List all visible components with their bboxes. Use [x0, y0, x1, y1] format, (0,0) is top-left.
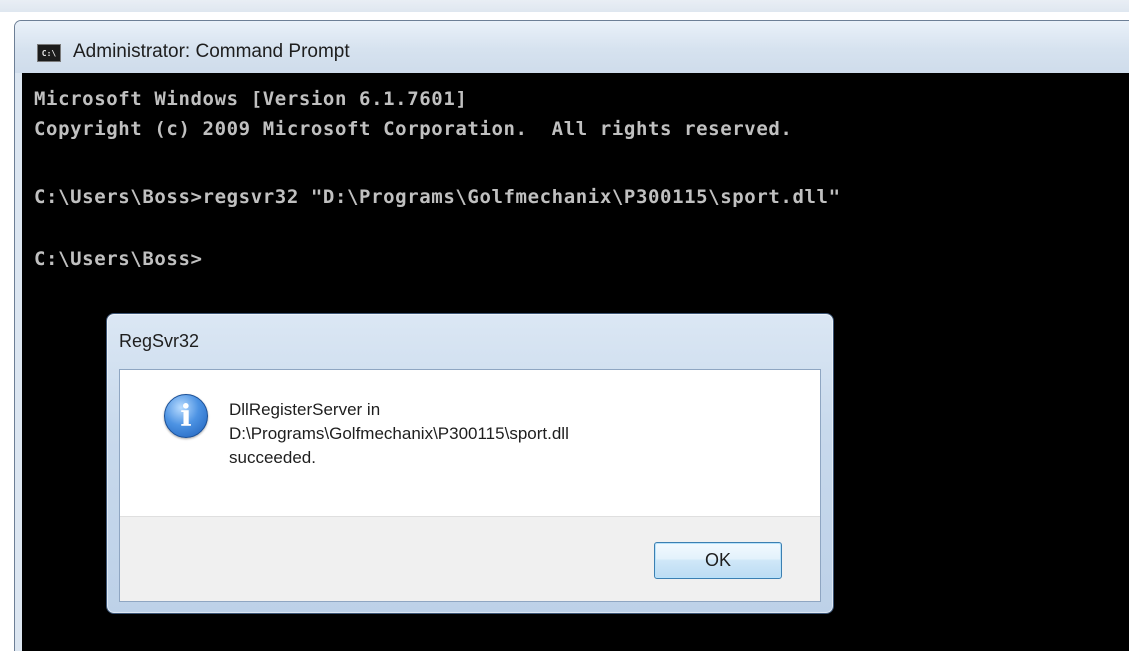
ok-button[interactable]: OK: [654, 542, 782, 579]
console-line: Copyright (c) 2009 Microsoft Corporation…: [34, 118, 793, 140]
dialog-body: i DllRegisterServer in D:\Programs\Golfm…: [119, 369, 821, 602]
dialog-message-line: D:\Programs\Golfmechanix\P300115\sport.d…: [229, 424, 569, 443]
console-line: Microsoft Windows [Version 6.1.7601]: [34, 88, 468, 110]
background-window-strip: [0, 0, 1129, 12]
console-prompt: C:\Users\Boss>: [34, 248, 203, 270]
regsvr32-dialog[interactable]: RegSvr32 i DllRegisterServer in D:\Progr…: [106, 313, 834, 614]
dialog-title: RegSvr32: [119, 331, 200, 351]
dialog-message-line: DllRegisterServer in: [229, 400, 381, 419]
console-line: C:\Users\Boss>regsvr32 "D:\Programs\Golf…: [34, 186, 841, 208]
dialog-message-line: succeeded.: [229, 448, 316, 467]
command-prompt-icon: C:\: [37, 44, 61, 62]
window-title: Administrator: Command Prompt: [73, 41, 350, 62]
window-titlebar[interactable]: C:\ Administrator: Command Prompt: [15, 21, 1129, 73]
information-icon: i: [164, 394, 208, 438]
